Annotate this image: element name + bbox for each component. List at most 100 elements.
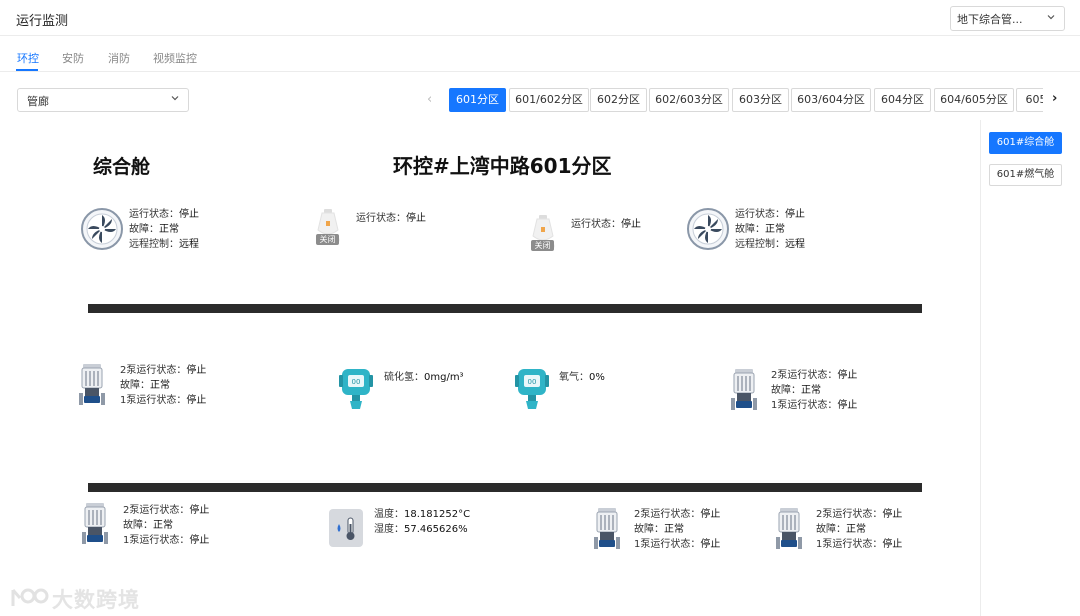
status-value: 正常 <box>150 380 170 391</box>
status-value: 停止 <box>882 539 903 550</box>
status-value: 正常 <box>765 224 785 235</box>
zone-tab[interactable]: 604分区 <box>874 88 931 112</box>
status-value: 停止 <box>837 370 858 381</box>
status-label: 故障： <box>816 524 846 535</box>
pump-icon <box>82 503 108 544</box>
zone-tab[interactable]: 604/605分区 <box>934 88 1014 112</box>
zone-tab[interactable]: 602/603分区 <box>649 88 729 112</box>
status-label: 2泵运行状态： <box>120 365 187 376</box>
fan-device[interactable]: 运行状态：停止 故障：正常 远程控制：远程 <box>80 207 210 257</box>
zone-tabs: 601分区 601/602分区 602分区 602/603分区 603分区 60… <box>449 88 1043 112</box>
status-value: 停止 <box>882 509 903 520</box>
status-label: 故障： <box>123 520 153 531</box>
svg-text:00: 00 <box>528 378 537 386</box>
status-label: 硫化氢： <box>384 372 424 383</box>
region-select[interactable]: 地下综合管... <box>950 6 1065 31</box>
status-value: 停止 <box>406 213 426 224</box>
status-value: 停止 <box>700 509 721 520</box>
status-value: 正常 <box>153 520 173 531</box>
status-label: 2泵运行状态： <box>123 505 190 516</box>
cabin-button[interactable]: 601#燃气舱 <box>989 164 1062 186</box>
status-label: 湿度： <box>374 524 404 535</box>
zone-tab[interactable]: 605 <box>1016 88 1043 112</box>
chevron-down-icon <box>171 96 179 101</box>
status-label: 运行状态： <box>129 209 179 220</box>
tab-env-control[interactable]: 环控 <box>17 50 39 66</box>
status-label: 1泵运行状态： <box>816 539 883 550</box>
main-title: 环控#上湾中路601分区 <box>393 154 612 178</box>
status-label: 故障： <box>129 224 159 235</box>
pump-icon <box>594 508 620 549</box>
section-select[interactable]: 管廊 <box>17 88 189 112</box>
status-value: 停止 <box>186 365 207 376</box>
status-badge: 关闭 <box>531 240 554 251</box>
section-select-value: 管廊 <box>27 95 49 108</box>
status-value: 正常 <box>801 385 821 396</box>
status-label: 运行状态： <box>356 213 406 224</box>
status-value: 停止 <box>179 209 199 220</box>
status-label: 1泵运行状态： <box>634 539 701 550</box>
o2-sensor[interactable]: 00 氧气：0% <box>514 366 624 414</box>
tab-security[interactable]: 安防 <box>62 50 84 66</box>
status-label: 氧气： <box>559 372 589 383</box>
fan-device[interactable]: 运行状态：停止 故障：正常 远程控制：远程 <box>686 207 816 257</box>
cabin-title: 综合舱 <box>93 156 151 178</box>
status-value: 正常 <box>664 524 684 535</box>
fan-icon <box>81 208 123 250</box>
pump-device[interactable]: 2泵运行状态：停止 故障：正常 1泵运行状态：停止 <box>593 506 733 554</box>
status-label: 1泵运行状态： <box>771 400 838 411</box>
pump-icon <box>79 364 105 405</box>
status-value: 停止 <box>189 505 210 516</box>
pump-device[interactable]: 2泵运行状态：停止 故障：正常 1泵运行状态：停止 <box>78 362 218 410</box>
status-label: 2泵运行状态： <box>771 370 838 381</box>
zone-tab[interactable]: 602分区 <box>590 88 647 112</box>
zone-tab[interactable]: 603分区 <box>732 88 789 112</box>
top-bar: 运行监测 地下综合管... <box>0 0 1080 36</box>
pump-device[interactable]: 2泵运行状态：停止 故障：正常 1泵运行状态：停止 <box>730 367 870 415</box>
cabin-button[interactable]: 601#综合舱 <box>989 132 1062 154</box>
status-label: 运行状态： <box>735 209 785 220</box>
tab-fire[interactable]: 消防 <box>108 50 130 66</box>
chevron-right-icon[interactable]: › <box>1052 91 1057 106</box>
gas-sensor-icon: 00 <box>515 369 549 409</box>
status-value: 停止 <box>621 219 641 230</box>
status-value: 正常 <box>846 524 866 535</box>
watermark-logo-icon <box>11 588 49 606</box>
status-label: 2泵运行状态： <box>816 509 883 520</box>
chevron-left-icon[interactable]: ‹ <box>427 92 432 107</box>
pump-device[interactable]: 2泵运行状态：停止 故障：正常 1泵运行状态：停止 <box>81 501 221 549</box>
zone-tab[interactable]: 601/602分区 <box>509 88 589 112</box>
zone-tab[interactable]: 603/604分区 <box>791 88 871 112</box>
status-value: 0mg/m³ <box>424 372 464 383</box>
tab-bar: 环控 安防 消防 视频监控 <box>0 36 1080 72</box>
fan-icon <box>687 208 729 250</box>
temp-humidity-sensor[interactable]: 温度：18.181252°C 湿度：57.465626% <box>328 506 478 550</box>
watermark-text: 大数跨境 <box>52 588 140 612</box>
status-value: 57.465626% <box>404 524 468 535</box>
status-value: 18.181252°C <box>404 509 471 520</box>
status-value: 0% <box>589 372 605 383</box>
status-badge: 关闭 <box>316 234 339 245</box>
status-label: 2泵运行状态： <box>634 509 701 520</box>
thermometer-icon <box>329 509 363 547</box>
h2s-sensor[interactable]: 00 硫化氢：0mg/m³ <box>338 366 478 414</box>
zone-tab[interactable]: 601分区 <box>449 88 506 112</box>
light-device[interactable]: 关闭 运行状态：停止 <box>529 214 649 262</box>
pipe-line <box>88 304 922 313</box>
status-label: 故障： <box>120 380 150 391</box>
status-value: 停止 <box>186 395 207 406</box>
status-label: 故障： <box>634 524 664 535</box>
status-label: 1泵运行状态： <box>120 395 187 406</box>
light-device[interactable]: 关闭 运行状态：停止 <box>314 208 434 256</box>
status-value: 停止 <box>189 535 210 546</box>
pump-icon <box>731 369 757 410</box>
status-label: 远程控制： <box>735 239 785 250</box>
status-value: 停止 <box>785 209 805 220</box>
chevron-down-icon <box>1047 15 1055 20</box>
pump-device[interactable]: 2泵运行状态：停止 故障：正常 1泵运行状态：停止 <box>775 506 915 554</box>
tab-video[interactable]: 视频监控 <box>153 50 197 66</box>
status-label: 温度： <box>374 509 404 520</box>
status-label: 故障： <box>735 224 765 235</box>
status-value: 远程 <box>785 239 805 250</box>
status-value: 远程 <box>179 239 199 250</box>
